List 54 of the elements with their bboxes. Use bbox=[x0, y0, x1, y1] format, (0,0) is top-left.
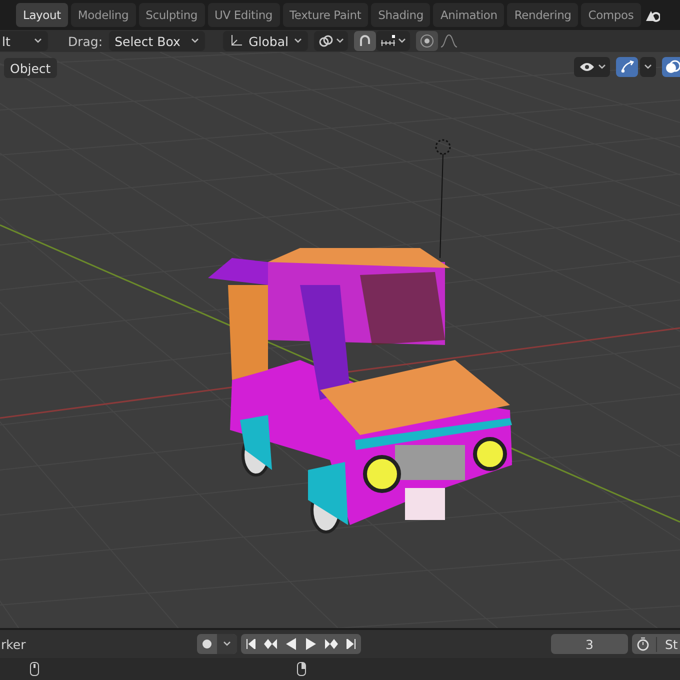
orientation-dropdown[interactable]: Global bbox=[222, 31, 308, 51]
falloff-curve-icon[interactable] bbox=[440, 34, 458, 48]
chevron-down-icon bbox=[398, 38, 406, 44]
keyframe-back-icon bbox=[264, 639, 278, 649]
play-icon bbox=[306, 638, 316, 650]
overlay-icon bbox=[665, 59, 680, 75]
chevron-down-icon bbox=[34, 38, 42, 44]
stopwatch-icon bbox=[636, 637, 650, 651]
play-reverse-icon bbox=[286, 638, 296, 650]
snap-toggle[interactable] bbox=[354, 31, 376, 51]
light-object-icon bbox=[435, 139, 451, 258]
skip-back-icon bbox=[246, 639, 256, 649]
axes-icon bbox=[228, 34, 243, 48]
record-icon bbox=[202, 639, 212, 649]
workspace-tab[interactable]: Modeling bbox=[70, 3, 136, 27]
keyframe-forward-icon bbox=[324, 639, 338, 649]
eye-icon bbox=[578, 60, 596, 74]
chevron-down-icon bbox=[336, 38, 344, 44]
proportional-toggle[interactable] bbox=[416, 31, 438, 51]
object-menu[interactable]: Object bbox=[4, 58, 57, 78]
pivot-dropdown[interactable] bbox=[314, 31, 348, 51]
mode-dropdown[interactable]: lt bbox=[0, 31, 48, 51]
mouse-icon bbox=[30, 662, 39, 676]
chevron-down-icon bbox=[644, 64, 652, 70]
gizmo-dropdown[interactable] bbox=[640, 57, 656, 77]
frame-field[interactable]: 3 bbox=[551, 634, 628, 654]
workspace-tab[interactable]: Sculpting bbox=[138, 3, 205, 27]
chevron-down-icon bbox=[223, 641, 231, 647]
mouse-icon bbox=[297, 662, 306, 676]
skip-forward-icon bbox=[346, 639, 356, 649]
workspace-tab[interactable]: Rendering bbox=[507, 3, 578, 27]
drag-dropdown[interactable]: Select Box bbox=[108, 31, 205, 51]
workspace-tab[interactable]: Layout bbox=[16, 3, 68, 27]
chevron-down-icon bbox=[190, 38, 199, 44]
gizmo-icon bbox=[619, 59, 635, 75]
workspace-tab[interactable]: Animation bbox=[433, 3, 504, 27]
dot-circle-icon bbox=[420, 34, 434, 48]
gizmo-toggle[interactable] bbox=[616, 57, 638, 77]
workspace-tab[interactable]: Compos bbox=[581, 3, 641, 27]
workspace-tab[interactable]: UV Editing bbox=[208, 3, 280, 27]
marker-menu[interactable]: rker bbox=[1, 636, 197, 652]
start-field[interactable]: St bbox=[632, 634, 680, 654]
overlay-toggle[interactable] bbox=[662, 57, 680, 77]
keying-dropdown[interactable] bbox=[217, 634, 237, 654]
snap-target-dropdown[interactable] bbox=[376, 31, 410, 51]
chevron-down-icon bbox=[294, 38, 302, 44]
magnet-icon bbox=[358, 34, 372, 48]
drag-label: Drag: bbox=[68, 34, 103, 48]
increment-icon bbox=[380, 34, 396, 48]
link-icon bbox=[318, 34, 334, 48]
chevron-down-icon bbox=[598, 64, 606, 70]
visibility-dropdown[interactable] bbox=[574, 57, 610, 77]
workspace-tab[interactable]: Shading bbox=[371, 3, 430, 27]
workspace-tab[interactable]: Texture Paint bbox=[282, 3, 368, 27]
